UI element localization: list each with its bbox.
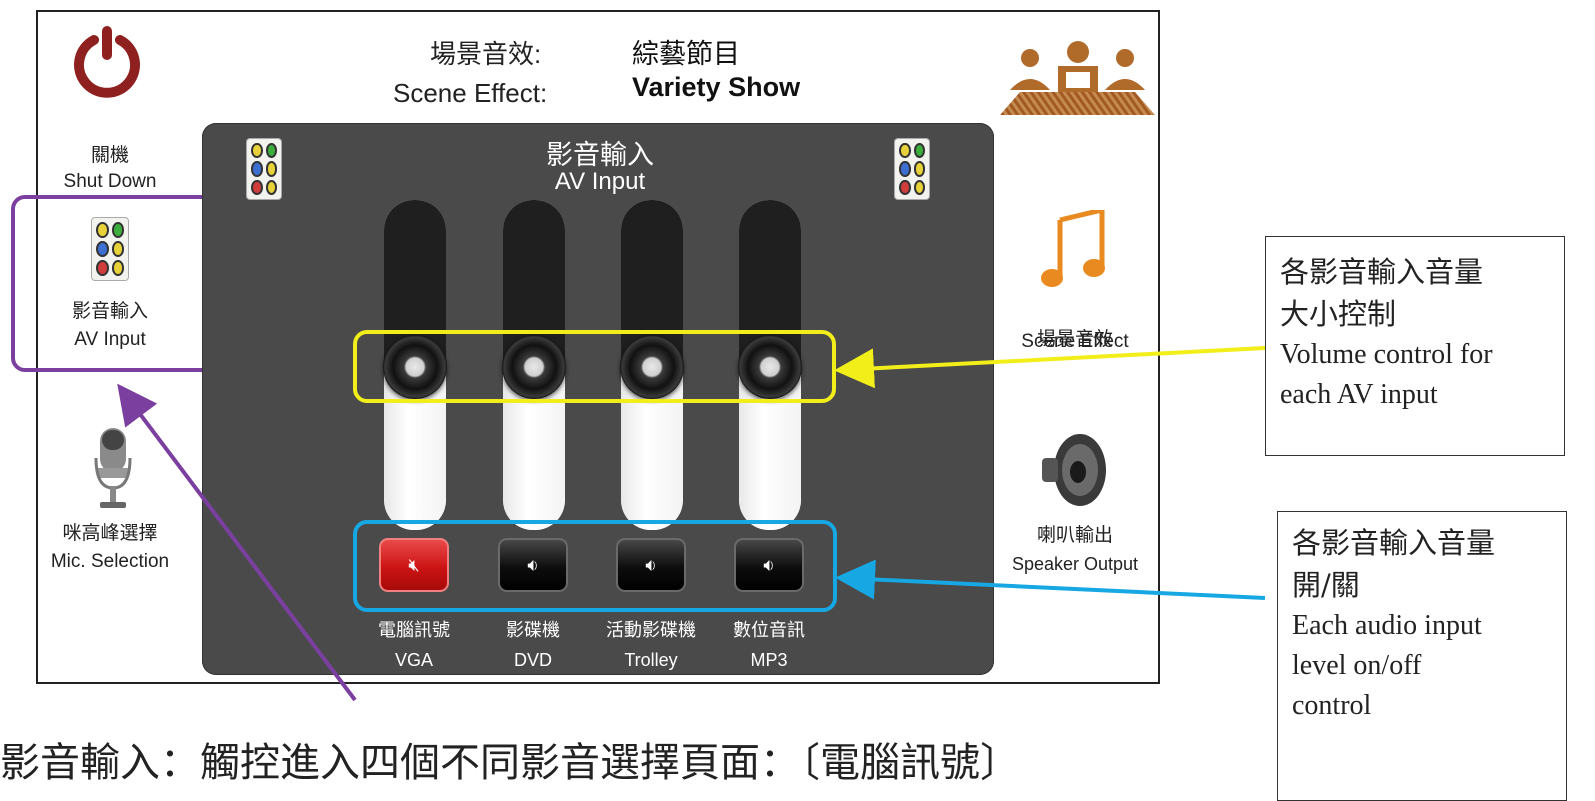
mic-selection-label-en[interactable]: Mic. Selection [40, 550, 180, 574]
panel-title-zh: 影音輸入 [546, 140, 654, 171]
channel-label-en: Trolley [624, 650, 678, 670]
volume-knobs-highlight [353, 330, 836, 403]
channel-label-zh: 數位音訊 [733, 620, 805, 640]
meeting-icon[interactable] [1000, 40, 1155, 115]
scene-value-en: Variety Show [632, 72, 801, 102]
av-input-label-en[interactable]: AV Input [60, 328, 160, 352]
callout-line: each AV input [1280, 379, 1438, 410]
mute-buttons-highlight [353, 520, 837, 612]
microphone-icon[interactable] [92, 428, 134, 510]
volume-callout: 各影音輸入音量 大小控制 Volume control for each AV … [1265, 236, 1565, 456]
callout-line: control [1292, 690, 1372, 721]
callout-line: Volume control for [1280, 339, 1493, 370]
scene-label-zh: 場景音效: [430, 39, 542, 69]
shut-down-label-zh[interactable]: 關機 [70, 144, 150, 168]
av-jacks-icon [247, 139, 281, 199]
caption-text: 影音輸入：觸控進入四個不同影音選擇頁面：〔電腦訊號〕 [0, 740, 1020, 786]
speaker-output-label-zh[interactable]: 喇叭輸出 [1015, 524, 1135, 548]
scene-value-zh: 綜藝節目 [632, 39, 740, 70]
mic-selection-label-zh[interactable]: 咪高峰選擇 [50, 522, 170, 546]
speaker-output-label-en[interactable]: Speaker Output [1000, 552, 1150, 576]
scene-effect-label-en[interactable]: Scene Effect [1005, 330, 1145, 354]
callout-line: 開/關 [1292, 568, 1360, 602]
callout-line: 各影音輸入音量 [1292, 526, 1496, 560]
av-jacks-icon[interactable] [92, 218, 128, 280]
shut-down-label-en[interactable]: Shut Down [60, 170, 160, 194]
music-note-icon[interactable] [1040, 210, 1110, 290]
scene-label-en: Scene Effect: [393, 78, 548, 108]
callout-line: 各影音輸入音量 [1280, 255, 1484, 289]
channel-label-en: DVD [513, 650, 552, 670]
channel-label-en: VGA [394, 650, 433, 670]
callout-line: level on/off [1292, 650, 1422, 681]
channel-label-zh: 活動影碟機 [606, 620, 696, 640]
panel-title-en: AV Input [554, 168, 646, 195]
channel-label-en: MP3 [750, 650, 788, 670]
callout-line: Each audio input [1292, 610, 1482, 641]
speaker-icon[interactable] [1040, 432, 1108, 508]
av-jacks-icon [895, 139, 929, 199]
callout-line: 大小控制 [1280, 297, 1397, 331]
av-input-label-zh[interactable]: 影音輸入 [60, 300, 160, 324]
mute-callout: 各影音輸入音量 開/關 Each audio input level on/of… [1277, 511, 1567, 801]
channel-label-zh: 影碟機 [506, 620, 560, 640]
power-icon[interactable] [72, 26, 142, 98]
channel-label-zh: 電腦訊號 [378, 620, 450, 640]
